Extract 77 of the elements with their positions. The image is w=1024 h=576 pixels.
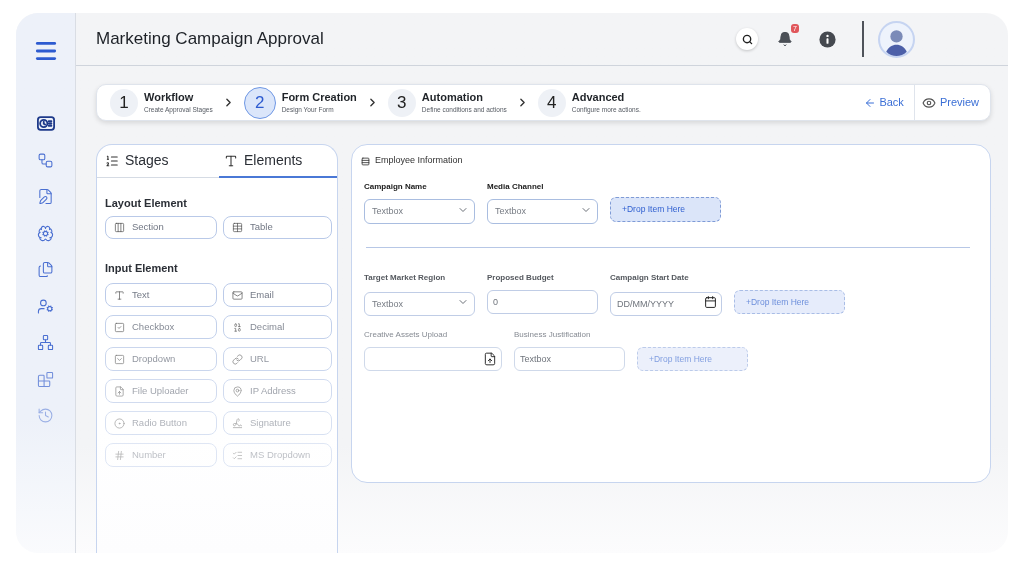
map-pin-icon [232,385,243,397]
field-label: Business Justification [514,330,592,340]
search-button[interactable] [736,28,758,50]
palette-item[interactable]: Text [105,283,217,307]
field-label: Media Channel [487,182,545,192]
calendar-icon[interactable] [704,295,717,309]
drop-zone: +Drop Item Here [610,197,721,222]
drop-zone: +Drop Item Here [637,347,748,371]
link-icon [232,353,243,365]
text-field[interactable]: 0 [487,290,598,314]
gear-icon[interactable] [37,224,54,242]
letter-t-icon [114,289,125,301]
signature-icon [232,417,243,429]
network-icon[interactable] [37,334,54,351]
dropdown-field[interactable]: Textbox [364,198,475,224]
step-title: Workflow [144,91,195,103]
user-avatar-icon[interactable] [878,20,915,58]
file-upload-icon[interactable] [483,352,497,366]
step-title: Automation [421,91,484,103]
step-title: Form Creation [281,91,357,103]
group-title: Layout Element [105,196,188,210]
field-label: Target Market Region [364,273,447,283]
hash-icon [114,449,125,461]
palette-item[interactable]: Dropdown [105,347,217,371]
checklist-icon [232,449,243,461]
bell-icon[interactable] [777,31,793,47]
group-title: Input Element [105,261,179,275]
drop-zone: +Drop Item Here [734,290,845,314]
list-icon [105,153,119,168]
field-label: Creative Assets Upload [364,330,449,340]
panel-tab[interactable]: Stages [97,145,219,178]
table-icon [232,222,243,233]
user-gear-icon[interactable] [37,297,54,315]
clock-card-icon[interactable] [36,115,55,132]
columns-icon [114,222,125,233]
field-label: Campaign Start Date [610,273,690,283]
palette-item[interactable]: Table [223,216,332,239]
eye-icon [921,95,936,110]
step-number[interactable]: 3 [387,88,416,117]
panel-tab[interactable]: Elements [219,145,337,178]
page-title: Marketing Campaign Approval [96,28,324,51]
rows-icon [361,156,370,166]
palette-item[interactable]: IP Address [223,379,332,403]
checkbox-icon [114,321,125,333]
back-button[interactable]: Back [864,94,904,111]
section-title: Employee Information [375,154,463,168]
chevron-square-icon [114,353,125,365]
step-number[interactable]: 4 [537,88,566,117]
dropdown-field[interactable]: Textbox [364,292,475,316]
palette-item[interactable]: Email [223,283,332,307]
palette-item[interactable]: URL [223,347,332,371]
text-field[interactable]: Textbox [514,347,625,371]
date-field[interactable]: DD/MM/YYYY [610,292,722,316]
field-label: Campaign Name [364,182,428,192]
palette-item[interactable]: Section [105,216,217,239]
file-upload-field[interactable] [364,347,502,371]
dropdown-field[interactable]: Textbox [487,198,598,224]
palette-item[interactable]: Checkbox [105,315,217,339]
step-number[interactable]: 1 [110,88,138,117]
arrow-left-icon [864,96,877,109]
blocks-icon[interactable] [37,370,54,388]
radio-icon [114,417,125,429]
field-label: Proposed Budget [487,273,555,283]
file-pen-icon[interactable] [37,188,54,205]
workflow-icon[interactable] [37,151,54,169]
search-icon [741,33,753,45]
palette-item[interactable]: File Uploader [105,379,217,403]
step-title: Advanced [571,91,626,103]
palette-item[interactable]: Decimal [223,315,332,339]
file-upload-icon [114,385,125,397]
documents-icon[interactable] [37,261,54,278]
binary-icon [232,321,243,333]
preview-button[interactable]: Preview [913,85,990,120]
mail-icon [232,289,243,301]
info-icon[interactable] [819,30,836,48]
step-number[interactable]: 2 [243,86,276,119]
letter-t-icon [224,153,238,168]
